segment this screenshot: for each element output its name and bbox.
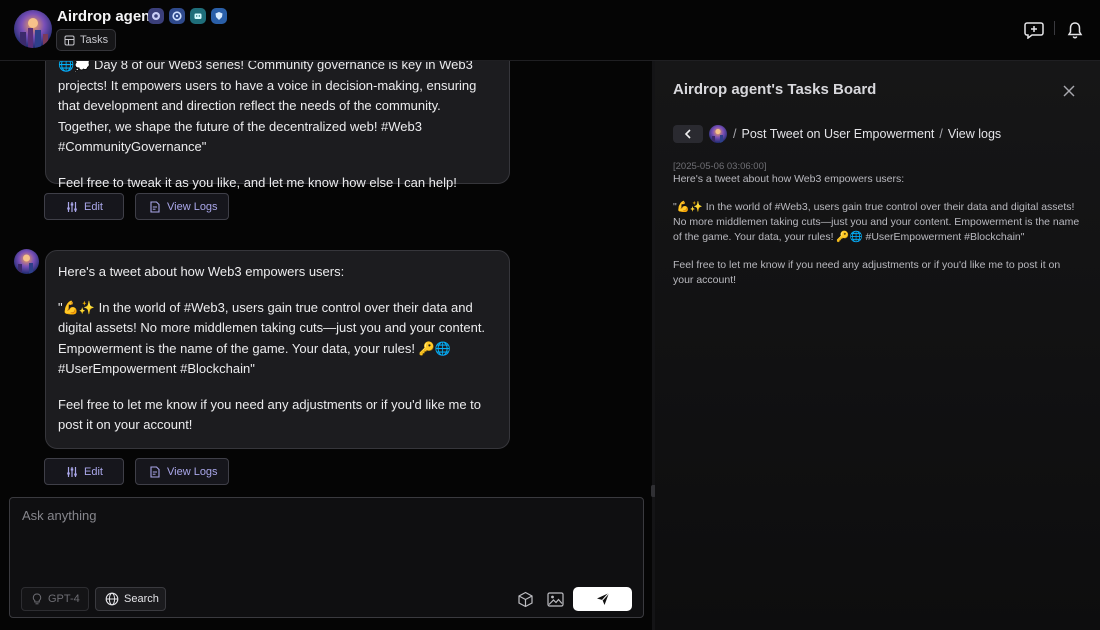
tasks-label: Tasks <box>80 34 109 46</box>
view-logs-button[interactable]: View Logs <box>135 193 229 220</box>
log-line: Here's a tweet about how Web3 empowers u… <box>673 173 905 185</box>
image-icon[interactable] <box>543 587 567 611</box>
log-timestamp: [2025-05-06 03:06:00] <box>673 161 767 172</box>
app-header: Airdrop agent Tasks <box>0 0 1100 61</box>
lightbulb-icon <box>32 593 42 605</box>
agent-name: Airdrop agent <box>57 8 156 25</box>
gear-badge-icon <box>169 8 185 24</box>
agent-badges <box>148 8 227 24</box>
message-paragraph: Feel free to tweak it as you like, and l… <box>58 174 457 190</box>
edit-button[interactable]: Edit <box>44 458 124 485</box>
view-logs-button[interactable]: View Logs <box>135 458 229 485</box>
header-divider <box>1054 21 1055 35</box>
edit-label: Edit <box>84 200 103 213</box>
breadcrumb-task[interactable]: Post Tweet on User Empowerment <box>741 127 934 141</box>
search-toggle-button[interactable]: Search <box>95 587 166 611</box>
view-logs-label: View Logs <box>167 200 218 213</box>
chat-add-icon[interactable] <box>1023 19 1045 41</box>
message-composer: GPT-4 Search <box>9 497 644 618</box>
sliders-icon <box>67 201 77 212</box>
message-paragraph: "💪✨ In the world of #Web3, users gain tr… <box>58 299 486 377</box>
send-icon <box>596 592 609 605</box>
search-label: Search <box>124 593 159 605</box>
message-bubble: Here's a tweet about how Web3 empowers u… <box>45 250 510 449</box>
globe-icon <box>105 592 119 606</box>
breadcrumb-current: View logs <box>947 127 1002 141</box>
log-output: Here's a tweet about how Web3 empowers u… <box>673 172 1083 288</box>
breadcrumb: / Post Tweet on User Empowerment / View … <box>733 125 1001 143</box>
close-icon[interactable] <box>1059 81 1079 101</box>
robot-badge-icon <box>148 8 164 24</box>
chevron-left-icon <box>684 129 691 139</box>
send-button[interactable] <box>573 587 632 611</box>
edit-label: Edit <box>84 465 103 478</box>
view-logs-label: View Logs <box>167 465 218 478</box>
model-selector-button[interactable]: GPT-4 <box>21 587 89 611</box>
breadcrumb-separator: / <box>733 127 737 141</box>
document-icon <box>150 200 160 213</box>
edit-button[interactable]: Edit <box>44 193 124 220</box>
panel-title: Airdrop agent's Tasks Board <box>673 81 877 98</box>
model-label: GPT-4 <box>48 593 80 605</box>
message-paragraph: Feel free to let me know if you need any… <box>58 396 482 433</box>
message-paragraph: Here's a tweet about how Web3 empowers u… <box>58 264 345 279</box>
tasks-icon <box>64 35 75 45</box>
shield-badge-icon <box>211 8 227 24</box>
log-line: Feel free to let me know if you need any… <box>673 259 1061 286</box>
agent-avatar[interactable] <box>14 10 52 48</box>
bell-icon[interactable] <box>1064 19 1086 41</box>
cube-icon[interactable] <box>513 587 537 611</box>
document-icon <box>150 465 160 478</box>
message-avatar <box>14 249 39 274</box>
bot-badge-icon <box>190 8 206 24</box>
breadcrumb-separator: / <box>939 127 943 141</box>
message-bubble: 🌐💭 Day 8 of our Web3 series! Community g… <box>45 61 510 190</box>
chat-input[interactable] <box>22 508 622 523</box>
tasks-button[interactable]: Tasks <box>56 29 117 51</box>
log-line: "💪✨ In the world of #Web3, users gain tr… <box>673 201 1080 243</box>
sliders-icon <box>67 466 77 477</box>
breadcrumb-avatar <box>709 125 727 143</box>
tasks-board-panel: Airdrop agent's Tasks Board / Post Tweet… <box>655 61 1100 630</box>
back-button[interactable] <box>673 125 703 143</box>
message-paragraph: 🌐💭 Day 8 of our Web3 series! Community g… <box>58 61 477 154</box>
